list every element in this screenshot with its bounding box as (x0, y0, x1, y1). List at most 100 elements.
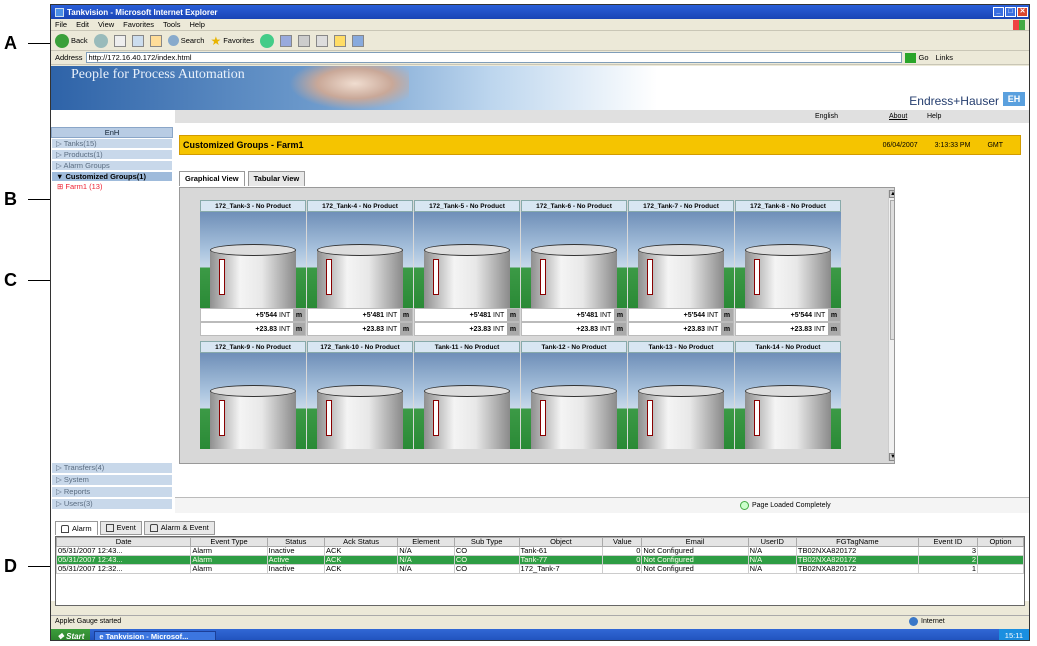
help-link[interactable]: Help (927, 113, 941, 120)
tab-graphical-view[interactable]: Graphical View (179, 171, 245, 186)
menu-help[interactable]: Help (190, 20, 205, 29)
column-header[interactable]: FGTagName (795, 537, 919, 547)
tank-card[interactable]: 172_Tank-4 - No Product +5'481 INT m +23.83 I… (307, 200, 413, 336)
about-link[interactable]: About (889, 113, 907, 120)
folder-icon[interactable] (334, 34, 347, 47)
tank-level-value: +5'481 (469, 312, 491, 319)
mail-icon[interactable] (280, 34, 293, 47)
menu-view[interactable]: View (98, 20, 114, 29)
tab-tabular-view[interactable]: Tabular View (247, 171, 306, 186)
sidebar-head[interactable]: EnH (51, 127, 173, 138)
refresh-icon[interactable] (131, 34, 144, 47)
go-button[interactable]: Go (919, 53, 929, 62)
column-header[interactable]: Email (641, 537, 749, 547)
stop-icon[interactable] (113, 34, 126, 47)
tank-card[interactable]: Tank-12 - No Product (521, 341, 627, 449)
tank-card[interactable]: 172_Tank-7 - No Product +5'544 INT m +23.83 I… (628, 200, 734, 336)
table-cell: Not Configured (641, 555, 749, 565)
window-title: Tankvision - Microsoft Internet Explorer (67, 7, 218, 17)
column-header[interactable]: Event Type (190, 537, 268, 547)
back-button[interactable]: Back (55, 33, 88, 48)
table-row[interactable]: 05/31/2007 12:43... Alarm Active ACK N/A CO Ta… (55, 555, 1025, 565)
vertical-scrollbar[interactable]: ▲ ▼ (888, 190, 894, 461)
menu-bar: File Edit View Favorites Tools Help (51, 19, 1029, 31)
column-header[interactable]: UserID (747, 537, 797, 547)
menu-file[interactable]: File (55, 20, 67, 29)
links-button[interactable]: Links (936, 53, 954, 62)
tank-image (628, 212, 734, 308)
scroll-up-icon[interactable]: ▲ (889, 190, 894, 198)
column-header[interactable]: Event ID (917, 537, 978, 547)
sidebar-item-transfers[interactable]: ▷ Transfers(4) (51, 462, 173, 474)
start-button[interactable]: ❖ Start (51, 629, 91, 640)
history-icon[interactable] (260, 33, 275, 48)
table-cell: 1 (917, 564, 978, 574)
table-row[interactable]: 05/31/2007 12:43... Alarm Inactive ACK N/A CO… (55, 546, 1025, 556)
web-page: People for Process Automation Endress+Ha… (51, 66, 1029, 640)
forward-button[interactable] (93, 33, 108, 48)
messenger-icon[interactable] (352, 34, 365, 47)
tab-event[interactable]: Event (99, 521, 142, 535)
menu-favorites[interactable]: Favorites (123, 20, 154, 29)
scroll-down-icon[interactable]: ▼ (889, 453, 894, 461)
sidebar-item-reports[interactable]: ▷ Reports (51, 486, 173, 498)
print-icon[interactable] (298, 34, 311, 47)
menu-tools[interactable]: Tools (163, 20, 181, 29)
table-cell: ACK (323, 546, 399, 556)
maximize-icon[interactable]: □ (1005, 7, 1016, 17)
level-indicator (647, 400, 653, 436)
column-header[interactable]: Sub Type (453, 537, 520, 547)
tank-card[interactable]: 172_Tank-10 - No Product (307, 341, 413, 449)
minimize-icon[interactable]: _ (993, 7, 1004, 17)
sidebar-item-alarm-groups[interactable]: ▷ Alarm Groups (51, 160, 173, 171)
close-icon[interactable]: ✕ (1017, 7, 1028, 17)
level-indicator (326, 259, 332, 295)
tank-card[interactable]: Tank-11 - No Product (414, 341, 520, 449)
table-cell: N/A (397, 564, 455, 574)
edit-icon[interactable] (316, 34, 329, 47)
language-link[interactable]: English (815, 113, 838, 120)
search-button[interactable]: Search (167, 35, 204, 46)
sidebar-item-users[interactable]: ▷ Users(3) (51, 498, 173, 510)
scroll-thumb[interactable] (890, 200, 894, 340)
column-header[interactable]: Status (266, 537, 325, 547)
column-header[interactable]: Ack Status (323, 537, 399, 547)
address-bar: Address http://172.16.40.172/index.html … (51, 51, 1029, 65)
tank-card[interactable]: Tank-13 - No Product (628, 341, 734, 449)
column-header[interactable]: Date (55, 537, 192, 547)
sidebar-subitem-farm1[interactable]: ⊞ Farm1 (13) (51, 182, 173, 193)
tank-image (735, 212, 841, 308)
tank-card[interactable]: Tank-14 - No Product (735, 341, 841, 449)
table-cell: TB02NXA820172 (795, 564, 919, 574)
sidebar-item-products[interactable]: ▷ Products(1) (51, 149, 173, 160)
banner-face-image (289, 66, 409, 110)
address-input[interactable]: http://172.16.40.172/index.html (85, 52, 902, 63)
table-row[interactable]: 05/31/2007 12:32... Alarm Inactive ACK N/A CO… (55, 564, 1025, 574)
sidebar-item-tanks[interactable]: ▷ Tanks(15) (51, 138, 173, 149)
column-header[interactable]: Element (397, 537, 455, 547)
home-icon[interactable] (149, 34, 162, 47)
taskbar-item-tankvision[interactable]: e Tankvision - Microsof... (94, 630, 217, 640)
column-header[interactable]: Option (976, 537, 1025, 547)
tank-card[interactable]: 172_Tank-5 - No Product +5'481 INT m +23.83 I… (414, 200, 520, 336)
tank-card[interactable]: 172_Tank-8 - No Product +5'544 INT m +23.83 I… (735, 200, 841, 336)
go-icon[interactable] (904, 52, 916, 63)
menu-edit[interactable]: Edit (76, 20, 89, 29)
column-header[interactable]: Value (602, 537, 643, 547)
table-cell: CO (453, 564, 520, 574)
favorites-button[interactable]: ★ Favorites (210, 34, 254, 48)
tank-level-value: +5'481 (362, 312, 384, 319)
tab-alarm[interactable]: Alarm (55, 521, 98, 535)
tank-card[interactable]: 172_Tank-3 - No Product +5'544 INT m +23.83 I… (200, 200, 306, 336)
sidebar-item-customized-groups[interactable]: ▼ Customized Groups(1) (51, 171, 173, 182)
table-cell: N/A (397, 546, 455, 556)
tank-card[interactable]: 172_Tank-9 - No Product (200, 341, 306, 449)
sidebar-item-system[interactable]: ▷ System (51, 474, 173, 486)
table-cell: Inactive (266, 546, 325, 556)
table-cell: TB02NXA820172 (795, 546, 919, 556)
tank-card[interactable]: 172_Tank-6 - No Product +5'481 INT m +23.83 I… (521, 200, 627, 336)
alarm-tabs: Alarm Event Alarm & Event (51, 521, 215, 535)
column-header[interactable]: Object (518, 537, 604, 547)
tab-alarm-and-event[interactable]: Alarm & Event (143, 521, 215, 535)
tank-name: 172_Tank-7 - No Product (628, 200, 734, 212)
